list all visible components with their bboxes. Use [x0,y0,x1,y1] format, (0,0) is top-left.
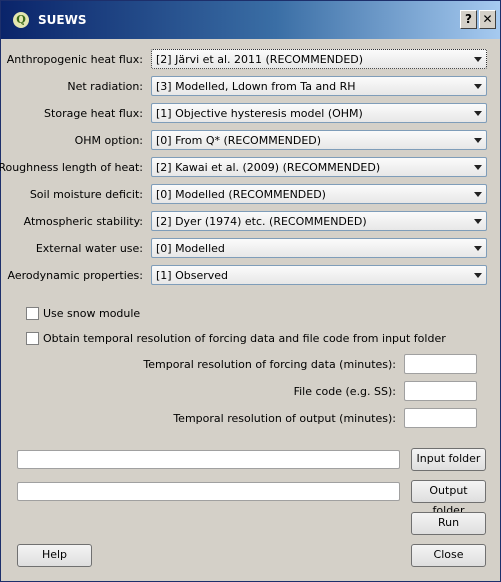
external-water-use-select[interactable]: [0] Modelled [151,238,487,258]
chevron-down-icon [474,192,482,197]
roughness-length-select[interactable]: [2] Kawai et al. (2009) (RECOMMENDED) [151,157,487,177]
output-resolution-label: Temporal resolution of output (minutes): [173,412,396,425]
anthropogenic-heat-flux-select[interactable]: [2] Järvi et al. 2011 (RECOMMENDED) [151,49,487,69]
net-radiation-label: Net radiation: [67,80,143,93]
obtain-from-input-label: Obtain temporal resolution of forcing da… [43,332,446,345]
file-code-input[interactable] [404,381,477,401]
chevron-down-icon [474,165,482,170]
output-resolution-input[interactable] [404,408,477,428]
window-title: SUEWS [38,13,87,27]
suews-dialog: Q SUEWS ? ✕ Anthropogenic heat flux: [2]… [0,0,501,582]
soil-moisture-deficit-select[interactable]: [0] Modelled (RECOMMENDED) [151,184,487,204]
storage-heat-flux-value: [1] Objective hysteresis model (OHM) [156,107,363,120]
anthropogenic-heat-flux-value: [2] Järvi et al. 2011 (RECOMMENDED) [156,53,364,66]
run-button[interactable]: Run [411,512,486,535]
forcing-resolution-label: Temporal resolution of forcing data (min… [143,358,396,371]
help-icon[interactable]: ? [460,10,477,29]
atmospheric-stability-label: Atmospheric stability: [23,215,143,228]
file-code-label: File code (e.g. SS): [293,385,396,398]
atmospheric-stability-value: [2] Dyer (1974) etc. (RECOMMENDED) [156,215,367,228]
ohm-option-value: [0] From Q* (RECOMMENDED) [156,134,322,147]
output-folder-button[interactable]: Output folder [411,480,486,517]
net-radiation-value: [3] Modelled, Ldown from Ta and RH [156,80,356,93]
storage-heat-flux-select[interactable]: [1] Objective hysteresis model (OHM) [151,103,487,123]
net-radiation-select[interactable]: [3] Modelled, Ldown from Ta and RH [151,76,487,96]
output-folder-path[interactable] [17,482,400,501]
external-water-use-label: External water use: [35,242,143,255]
ohm-option-select[interactable]: [0] From Q* (RECOMMENDED) [151,130,487,150]
chevron-down-icon [474,57,482,62]
soil-moisture-deficit-value: [0] Modelled (RECOMMENDED) [156,188,326,201]
chevron-down-icon [474,246,482,251]
input-folder-path[interactable] [17,450,400,469]
chevron-down-icon [474,84,482,89]
help-button[interactable]: Help [17,544,92,567]
obtain-from-input-checkbox[interactable] [26,332,39,345]
title-bar[interactable]: Q SUEWS ? ✕ [1,1,500,39]
roughness-length-label: Roughness length of heat: [0,161,143,174]
anthropogenic-heat-flux-label: Anthropogenic heat flux: [6,53,143,66]
qgis-icon: Q [13,12,29,28]
chevron-down-icon [474,273,482,278]
aerodynamic-properties-value: [1] Observed [156,269,228,282]
ohm-option-label: OHM option: [74,134,143,147]
chevron-down-icon [474,111,482,116]
snow-module-checkbox[interactable] [26,307,39,320]
atmospheric-stability-select[interactable]: [2] Dyer (1974) etc. (RECOMMENDED) [151,211,487,231]
close-icon[interactable]: ✕ [479,10,496,29]
input-folder-button[interactable]: Input folder [411,448,486,471]
aerodynamic-properties-select[interactable]: [1] Observed [151,265,487,285]
close-button[interactable]: Close [411,544,486,567]
snow-module-label: Use snow module [43,307,141,320]
chevron-down-icon [474,138,482,143]
chevron-down-icon [474,219,482,224]
roughness-length-value: [2] Kawai et al. (2009) (RECOMMENDED) [156,161,381,174]
storage-heat-flux-label: Storage heat flux: [44,107,143,120]
forcing-resolution-input[interactable] [404,354,477,374]
external-water-use-value: [0] Modelled [156,242,225,255]
aerodynamic-properties-label: Aerodynamic properties: [7,269,143,282]
soil-moisture-deficit-label: Soil moisture deficit: [29,188,143,201]
